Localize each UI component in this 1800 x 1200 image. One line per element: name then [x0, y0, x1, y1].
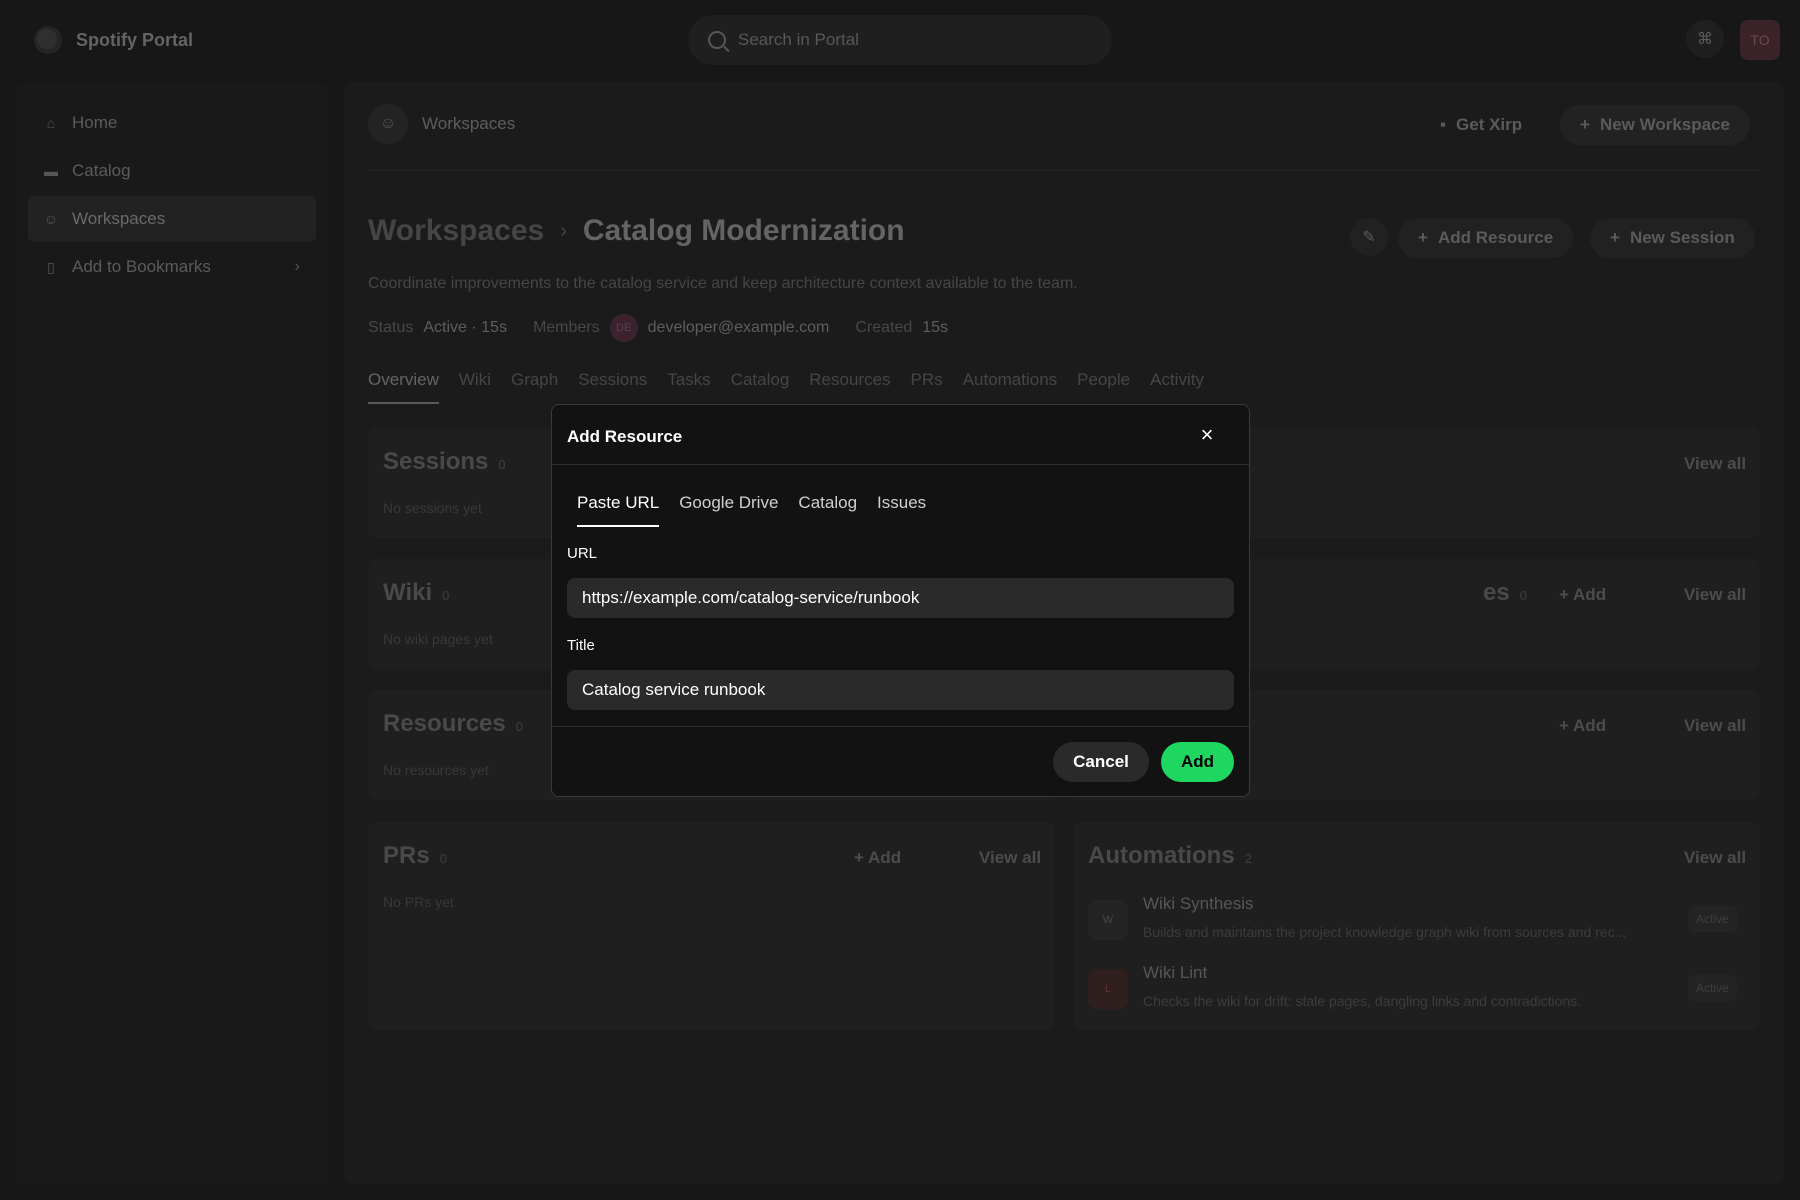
cancel-button[interactable]: Cancel: [1053, 742, 1149, 782]
url-field[interactable]: [567, 578, 1234, 618]
add-button[interactable]: Add: [1161, 742, 1234, 782]
dialog-divider: [552, 726, 1249, 727]
dialog-tabs: Paste URL Google Drive Catalog Issues: [577, 493, 926, 527]
tab-paste-url[interactable]: Paste URL: [577, 493, 660, 527]
dialog-title: Add Resource: [567, 427, 683, 446]
url-label: URL: [567, 545, 598, 562]
title-label: Title: [567, 637, 595, 654]
tab-google-drive[interactable]: Google Drive: [679, 493, 778, 527]
dialog-divider: [552, 464, 1249, 465]
title-field[interactable]: [567, 670, 1234, 710]
tab-issues[interactable]: Issues: [877, 493, 926, 527]
close-icon: ×: [1200, 422, 1214, 447]
app-root: Spotify Portal ⌘ TO ⌂ Home ▬ Catalog ☺ W…: [0, 0, 1800, 1200]
close-button[interactable]: ×: [1191, 419, 1223, 451]
add-resource-dialog: Add Resource × Paste URL Google Drive Ca…: [551, 404, 1250, 797]
tab-catalog[interactable]: Catalog: [798, 493, 857, 527]
